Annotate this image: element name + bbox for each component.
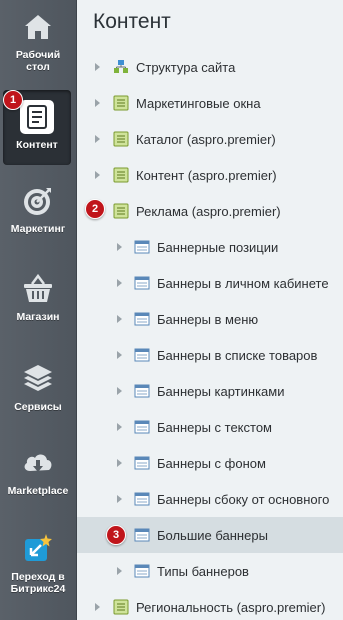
tree-item-label: Баннеры с фоном: [157, 455, 266, 471]
iblock-icon: [134, 348, 150, 362]
tree-item-label: Баннеры в меню: [157, 311, 259, 327]
tree-item-label: Региональность (aspro.premier): [136, 599, 326, 615]
cloud-download-icon: [21, 446, 55, 480]
expand-arrow-icon[interactable]: [117, 459, 122, 467]
rail-item-marketing[interactable]: Маркетинг: [0, 184, 76, 235]
rail-item-desktop[interactable]: Рабочий стол: [0, 10, 76, 73]
tree-item-regionality[interactable]: Региональность (aspro.premier): [77, 589, 343, 620]
tree-item-content[interactable]: Контент (aspro.premier): [77, 157, 343, 193]
iblock-icon: [134, 492, 150, 506]
rail-item-bitrix24[interactable]: Переход в Битрикс24: [0, 532, 76, 595]
expand-arrow-icon[interactable]: [117, 243, 122, 251]
tree-item-label: Маркетинговые окна: [136, 95, 261, 111]
tree-item-site-structure[interactable]: Структура сайта: [77, 49, 343, 85]
home-icon: [21, 10, 55, 44]
tree-item-label: Типы баннеров: [157, 563, 249, 579]
expand-arrow-icon[interactable]: [117, 387, 122, 395]
tree-item-label: Большие баннеры: [157, 527, 268, 543]
expand-arrow-icon[interactable]: [117, 279, 122, 287]
tree-item-banners-account[interactable]: Баннеры в личном кабинете: [77, 265, 343, 301]
iblock-icon: [134, 420, 150, 434]
list-icon: [113, 599, 129, 615]
iblock-icon: [134, 276, 150, 290]
step-badge-3: 3: [106, 525, 126, 545]
expand-arrow-icon[interactable]: [95, 99, 100, 107]
expand-arrow-icon[interactable]: [95, 603, 100, 611]
target-icon: [21, 184, 55, 218]
list-icon: [113, 95, 129, 111]
tree-item-catalog[interactable]: Каталог (aspro.premier): [77, 121, 343, 157]
bitrix24-icon: [21, 532, 55, 566]
rail-item-shop[interactable]: Магазин: [0, 272, 76, 323]
tree-item-label: Баннеры сбоку от основного: [157, 491, 330, 507]
tree-item-banners-text[interactable]: Баннеры с текстом: [77, 409, 343, 445]
list-icon: [113, 131, 129, 147]
iblock-icon: [134, 528, 150, 542]
tree-item-label: Реклама (aspro.premier): [136, 203, 281, 219]
document-icon: [20, 100, 54, 134]
list-icon: [113, 203, 129, 219]
expand-arrow-icon[interactable]: [95, 171, 100, 179]
iblock-icon: [134, 456, 150, 470]
rail-item-label: Магазин: [16, 311, 60, 323]
expand-arrow-icon[interactable]: [95, 63, 100, 71]
step-badge-1: 1: [3, 90, 23, 110]
rail-item-label: Рабочий стол: [15, 49, 61, 73]
tree-item-label: Каталог (aspro.premier): [136, 131, 276, 147]
expand-arrow-icon[interactable]: [117, 315, 122, 323]
expand-arrow-icon[interactable]: [117, 423, 122, 431]
expand-arrow-icon[interactable]: [117, 351, 122, 359]
iblock-icon: [134, 384, 150, 398]
admin-app: Рабочий стол Контент Маркетинг Магазин С…: [0, 0, 343, 620]
iblock-icon: [134, 240, 150, 254]
tree-item-label: Баннеры в списке товаров: [157, 347, 318, 363]
rail-item-label: Marketplace: [7, 485, 69, 497]
step-badge-2: 2: [85, 199, 105, 219]
tree-item-banners-side[interactable]: Баннеры сбоку от основного: [77, 481, 343, 517]
page-title: Контент: [93, 10, 171, 33]
tree-item-banners-menu[interactable]: Баннеры в меню: [77, 301, 343, 337]
expand-arrow-icon[interactable]: [95, 135, 100, 143]
expand-arrow-icon[interactable]: [117, 495, 122, 503]
rail-item-services[interactable]: Сервисы: [0, 362, 76, 413]
rail-item-label: Контент: [16, 139, 58, 151]
tree-item-banner-positions[interactable]: Баннерные позиции: [77, 229, 343, 265]
expand-arrow-icon[interactable]: [117, 567, 122, 575]
iblock-icon: [134, 564, 150, 578]
tree-item-banners-product-list[interactable]: Баннеры в списке товаров: [77, 337, 343, 373]
rail-item-marketplace[interactable]: Marketplace: [0, 446, 76, 497]
tree-item-label: Баннеры с текстом: [157, 419, 272, 435]
tree-item-label: Баннерные позиции: [157, 239, 279, 255]
tree-item-advertising[interactable]: Реклама (aspro.premier): [77, 193, 343, 229]
rail-item-label: Переход в Битрикс24: [10, 571, 66, 595]
tree-item-label: Контент (aspro.premier): [136, 167, 277, 183]
tree-item-banners-background[interactable]: Баннеры с фоном: [77, 445, 343, 481]
layers-icon: [21, 362, 55, 396]
rail-item-label: Сервисы: [14, 401, 62, 413]
site-structure-icon: [114, 60, 128, 73]
tree-item-label: Баннеры картинками: [157, 383, 285, 399]
tree-item-banner-types[interactable]: Типы баннеров: [77, 553, 343, 589]
iblock-icon: [134, 312, 150, 326]
rail-item-label: Маркетинг: [10, 223, 66, 235]
tree-item-banners-images[interactable]: Баннеры картинками: [77, 373, 343, 409]
basket-icon: [21, 272, 55, 306]
tree-item-marketing-windows[interactable]: Маркетинговые окна: [77, 85, 343, 121]
list-icon: [113, 167, 129, 183]
tree-item-label: Баннеры в личном кабинете: [157, 275, 329, 291]
tree-item-label: Структура сайта: [136, 59, 236, 75]
